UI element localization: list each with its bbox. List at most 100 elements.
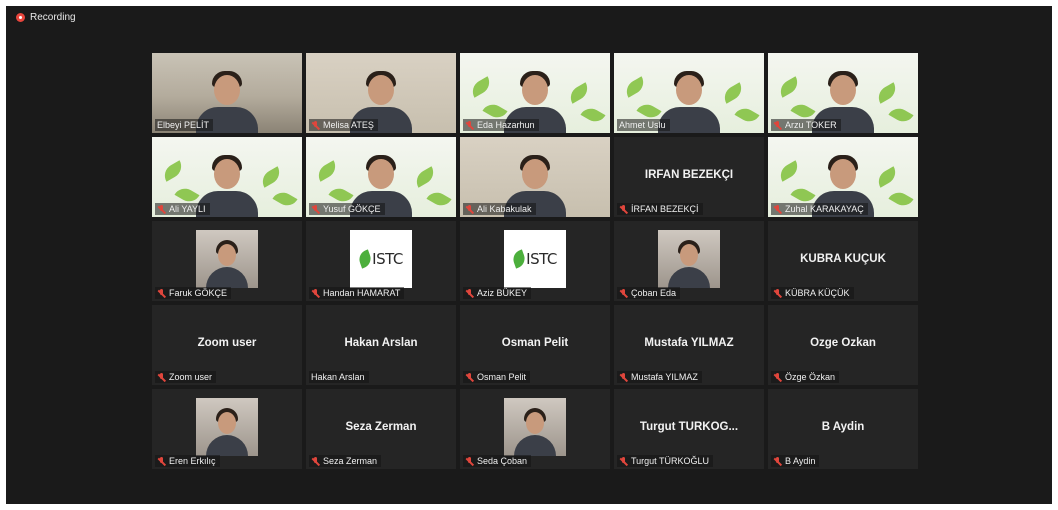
participant-name-label: Çoban Eda xyxy=(617,287,681,299)
participant-tile[interactable]: Zoom user Zoom user xyxy=(152,305,302,385)
recording-indicator[interactable]: Recording xyxy=(16,12,76,23)
participant-display-name: Seza Zerman xyxy=(345,421,417,433)
participant-name: Handan HAMARAT xyxy=(323,288,401,298)
mic-muted-icon xyxy=(773,456,782,466)
participant-name: Turgut TÜRKOĞLU xyxy=(631,456,710,466)
participant-name: Melisa ATEŞ xyxy=(323,120,374,130)
participant-name: Eren Erkılıç xyxy=(169,456,216,466)
participant-name-label: Yusuf GÖKÇE xyxy=(309,203,385,215)
participant-tile[interactable]: Ahmet Uslu xyxy=(614,53,764,133)
participant-name-label: Faruk GÖKÇE xyxy=(155,287,232,299)
participant-tile[interactable]: Seda Çoban xyxy=(460,389,610,469)
mic-muted-icon xyxy=(773,120,782,130)
leaf-icon xyxy=(356,249,374,269)
participant-name: Hakan Arslan xyxy=(311,372,365,382)
participant-name-label: Ahmet Uslu xyxy=(617,119,670,131)
participant-name: Özge Özkan xyxy=(785,372,836,382)
participant-name-label: Mustafa YILMAZ xyxy=(617,371,702,383)
participant-name-label: Seza Zerman xyxy=(309,455,382,467)
mic-muted-icon xyxy=(157,456,166,466)
participant-name: Arzu TOKER xyxy=(785,120,837,130)
participant-name: Elbeyi PELİT xyxy=(157,120,210,130)
mic-muted-icon xyxy=(157,372,166,382)
participant-name: KÜBRA KÜÇÜK xyxy=(785,288,850,298)
participant-name: Zuhal KARAKAYAÇ xyxy=(785,204,864,214)
participant-silhouette xyxy=(666,238,712,288)
participant-display-name: B Aydin xyxy=(821,421,865,433)
participant-name: Çoban Eda xyxy=(631,288,677,298)
leaf-icon xyxy=(510,249,528,269)
participant-tile[interactable]: Ali Kabakulak xyxy=(460,137,610,217)
mic-muted-icon xyxy=(157,288,166,298)
mic-muted-icon xyxy=(619,204,628,214)
participant-name-label: Zuhal KARAKAYAÇ xyxy=(771,203,868,215)
participant-grid: Elbeyi PELİT Melisa ATEŞ Eda Hazarhun Ahmet… xyxy=(152,53,918,469)
participant-display-name: Özge Özkan xyxy=(810,337,876,349)
participant-tile[interactable]: Elbeyi PELİT xyxy=(152,53,302,133)
participant-tile[interactable]: Eda Hazarhun xyxy=(460,53,610,133)
participant-tile[interactable]: Ali YAYLI xyxy=(152,137,302,217)
participant-name-label: Elbeyi PELİT xyxy=(155,119,214,131)
participant-display-name: İRFAN BEZEKÇİ xyxy=(644,169,734,181)
mic-muted-icon xyxy=(773,204,782,214)
participant-name: Zoom user xyxy=(169,372,213,382)
participant-tile[interactable]: B Aydin B Aydin xyxy=(768,389,918,469)
participant-display-name: Mustafa YILMAZ xyxy=(644,337,734,349)
participant-name: Osman Pelit xyxy=(477,372,527,382)
participant-tile[interactable]: Arzu TOKER xyxy=(768,53,918,133)
mic-muted-icon xyxy=(619,456,628,466)
participant-tile[interactable]: Osman Pelit Osman Pelit xyxy=(460,305,610,385)
mic-muted-icon xyxy=(465,204,474,214)
participant-tile[interactable]: Yusuf GÖKÇE xyxy=(306,137,456,217)
participant-tile[interactable]: ISTC Handan HAMARAT xyxy=(306,221,456,301)
participant-tile[interactable]: KÜBRA KÜÇÜK KÜBRA KÜÇÜK xyxy=(768,221,918,301)
record-icon xyxy=(16,13,25,22)
participant-name: Yusuf GÖKÇE xyxy=(323,204,381,214)
participant-tile[interactable]: Faruk GÖKÇE xyxy=(152,221,302,301)
participant-tile[interactable]: Çoban Eda xyxy=(614,221,764,301)
istc-logo: ISTC xyxy=(350,230,412,288)
participant-name-label: Özge Özkan xyxy=(771,371,840,383)
participant-display-name: Osman Pelit xyxy=(501,337,569,349)
participant-name-label: Melisa ATEŞ xyxy=(309,119,378,131)
participant-tile[interactable]: İRFAN BEZEKÇİ İRFAN BEZEKÇİ xyxy=(614,137,764,217)
participant-tile[interactable]: Eren Erkılıç xyxy=(152,389,302,469)
participant-name-label: Zoom user xyxy=(155,371,217,383)
participant-tile[interactable]: Seza Zerman Seza Zerman xyxy=(306,389,456,469)
participant-name: Ali Kabakulak xyxy=(477,204,532,214)
participant-display-name: KÜBRA KÜÇÜK xyxy=(800,253,886,265)
participant-tile[interactable]: Özge Özkan Özge Özkan xyxy=(768,305,918,385)
mic-muted-icon xyxy=(773,288,782,298)
participant-tile[interactable]: Melisa ATEŞ xyxy=(306,53,456,133)
participant-name: Eda Hazarhun xyxy=(477,120,535,130)
participant-name-label: İRFAN BEZEKÇİ xyxy=(617,203,703,215)
mic-muted-icon xyxy=(773,372,782,382)
participant-display-name: Turgut TÜRKOĞ... xyxy=(639,421,739,433)
participant-tile[interactable]: Mustafa YILMAZ Mustafa YILMAZ xyxy=(614,305,764,385)
logo-text: ISTC xyxy=(372,250,403,268)
recording-label: Recording xyxy=(30,12,76,23)
mic-muted-icon xyxy=(157,204,166,214)
participant-tile[interactable]: Turgut TÜRKOĞ... Turgut TÜRKOĞLU xyxy=(614,389,764,469)
participant-silhouette xyxy=(204,406,250,456)
mic-muted-icon xyxy=(311,204,320,214)
participant-name: Faruk GÖKÇE xyxy=(169,288,228,298)
logo-text: ISTC xyxy=(526,250,557,268)
participant-name: Ali YAYLI xyxy=(169,204,206,214)
participant-silhouette xyxy=(512,406,558,456)
participant-name-label: Arzu TOKER xyxy=(771,119,841,131)
mic-muted-icon xyxy=(465,372,474,382)
participant-display-name: Zoom user xyxy=(197,337,257,349)
participant-name-label: Ali Kabakulak xyxy=(463,203,536,215)
participant-name: Ahmet Uslu xyxy=(619,120,666,130)
mic-muted-icon xyxy=(465,288,474,298)
participant-name-label: Eren Erkılıç xyxy=(155,455,220,467)
participant-name-label: Ali YAYLI xyxy=(155,203,210,215)
participant-tile[interactable]: Hakan Arslan Hakan Arslan xyxy=(306,305,456,385)
participant-name-label: KÜBRA KÜÇÜK xyxy=(771,287,854,299)
participant-tile[interactable]: Zuhal KARAKAYAÇ xyxy=(768,137,918,217)
participant-tile[interactable]: ISTC Aziz BÜKEY xyxy=(460,221,610,301)
participant-display-name: Hakan Arslan xyxy=(344,337,418,349)
profile-photo xyxy=(196,398,258,456)
mic-muted-icon xyxy=(311,456,320,466)
